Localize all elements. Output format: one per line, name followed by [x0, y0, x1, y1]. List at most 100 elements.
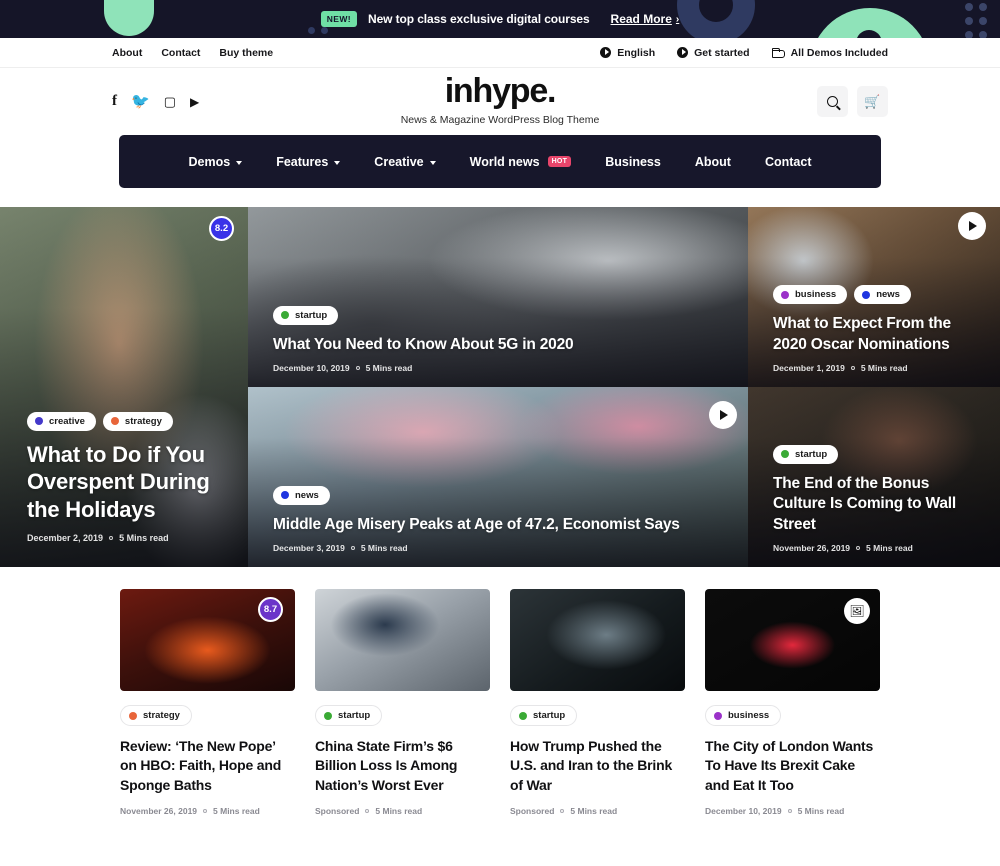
category-dot [862, 290, 871, 299]
util-link-contact[interactable]: Contact [161, 47, 200, 59]
hero-categories: startup [773, 444, 980, 464]
category-label: news [295, 489, 319, 501]
category-tag-startup[interactable]: startup [510, 705, 578, 726]
hero-date: December 2, 2019 [27, 533, 104, 543]
promo-read-more-label: Read More [610, 12, 672, 26]
card-title[interactable]: China State Firm’s $6 Billion Loss Is Am… [315, 737, 490, 795]
card-image [510, 589, 685, 691]
card-meta: Sponsored 5 Mins read [315, 806, 490, 816]
category-dot [35, 417, 43, 425]
util-link-about[interactable]: About [112, 47, 142, 59]
globe-icon [677, 47, 689, 58]
hero-title[interactable]: The End of the Bonus Culture Is Coming t… [773, 474, 980, 535]
decor-dots-left [308, 27, 328, 34]
play-button[interactable] [709, 401, 737, 429]
category-label: startup [795, 448, 828, 460]
hero-date: December 3, 2019 [273, 543, 345, 553]
article-card-new-pope[interactable]: 8.7 strategy Review: ‘The New Pope’ on H… [120, 589, 295, 816]
nav-label-business: Business [605, 154, 661, 169]
card-thumbnail[interactable]: 8.7 [120, 589, 295, 691]
util-language-selector[interactable]: English [600, 47, 655, 59]
hero-title[interactable]: Middle Age Misery Peaks at Age of 47.2, … [273, 515, 728, 535]
decor-dark-dot [856, 30, 882, 38]
category-tag-creative[interactable]: creative [27, 411, 96, 431]
nav-item-creative[interactable]: Creative [374, 155, 436, 169]
util-all-demos-label: All Demos Included [790, 46, 888, 59]
nav-item-world-news[interactable]: World news HOT [470, 155, 572, 169]
score-badge: 8.2 [209, 216, 234, 241]
hero-tile-5g[interactable]: startup What You Need to Know About 5G i… [248, 207, 748, 387]
nav-item-business[interactable]: Business [605, 155, 661, 169]
card-image [315, 589, 490, 691]
category-tag-startup[interactable]: startup [273, 305, 339, 325]
hero-title[interactable]: What to Do if You Overspent During the H… [27, 441, 221, 524]
social-links: f 🐦 ▢ ▶ [112, 94, 199, 110]
hero-tile-middle-age[interactable]: news Middle Age Misery Peaks at Age of 4… [248, 387, 748, 567]
category-dot [519, 711, 527, 720]
card-title[interactable]: How Trump Pushed the U.S. and Iran to th… [510, 737, 685, 795]
twitter-icon[interactable]: 🐦 [131, 94, 150, 109]
nav-item-features[interactable]: Features [276, 155, 341, 169]
promo-read-more-link[interactable]: Read More › [611, 12, 680, 26]
decor-green-rect [104, 0, 154, 36]
category-tag-news[interactable]: news [854, 285, 911, 305]
instagram-icon[interactable]: ▢ [164, 95, 176, 108]
category-tag-strategy[interactable]: strategy [120, 705, 192, 726]
category-tag-business[interactable]: business [773, 285, 848, 305]
search-icon [827, 96, 838, 107]
util-link-buy-theme[interactable]: Buy theme [219, 47, 273, 59]
hero-title[interactable]: What to Expect From the 2020 Oscar Nomin… [773, 314, 980, 355]
hero-tile-oscars[interactable]: business news What to Expect From the 20… [748, 207, 1000, 387]
hero-title[interactable]: What You Need to Know About 5G in 2020 [273, 335, 728, 355]
nav-label-about: About [694, 154, 731, 169]
category-tag-startup[interactable]: startup [315, 705, 383, 726]
hero-date: December 1, 2019 [773, 363, 845, 373]
card-categories: business [705, 705, 880, 726]
util-all-demos-link[interactable]: All Demos Included [771, 46, 888, 59]
card-thumbnail[interactable] [510, 589, 685, 691]
promo-new-badge: NEW! [320, 11, 358, 27]
hero-meta: December 10, 2019 5 Mins read [273, 363, 728, 373]
util-get-started-label: Get started [694, 46, 750, 59]
utility-right-links: English Get started All Demos Included [600, 47, 888, 59]
article-card-trump-iran[interactable]: startup How Trump Pushed the U.S. and Ir… [510, 589, 685, 816]
hero-tile-overspent[interactable]: 8.2 creative strategy What to Do if You … [0, 207, 248, 567]
hero-readtime: 5 Mins read [866, 543, 913, 553]
facebook-icon[interactable]: f [112, 94, 117, 109]
nav-item-demos[interactable]: Demos [189, 155, 243, 169]
cart-icon: 🛒 [864, 93, 881, 109]
category-tag-news[interactable]: news [273, 485, 330, 505]
chevron-down-icon [429, 160, 436, 165]
card-title[interactable]: The City of London Wants To Have Its Bre… [705, 737, 880, 795]
card-categories: strategy [120, 705, 295, 726]
category-tag-business[interactable]: business [705, 705, 782, 726]
article-card-china-state-firm[interactable]: startup China State Firm’s $6 Billion Lo… [315, 589, 490, 816]
card-thumbnail[interactable] [315, 589, 490, 691]
folder-icon [771, 47, 785, 58]
category-label: strategy [143, 710, 180, 721]
hero-grid: startup What You Need to Know About 5G i… [0, 207, 1000, 567]
category-label: business [728, 710, 770, 721]
hero-categories: business news [773, 285, 980, 305]
article-card-row: 8.7 strategy Review: ‘The New Pope’ on H… [0, 589, 1000, 816]
category-tag-startup[interactable]: startup [773, 444, 839, 464]
youtube-icon[interactable]: ▶ [190, 96, 199, 108]
card-title[interactable]: Review: ‘The New Pope’ on HBO: Faith, Ho… [120, 737, 295, 795]
gallery-icon[interactable]: 🖼 [844, 598, 870, 624]
decor-blue-ring [677, 0, 755, 38]
util-get-started-link[interactable]: Get started [677, 46, 750, 59]
category-tag-strategy[interactable]: strategy [102, 411, 173, 431]
nav-item-contact[interactable]: Contact [765, 155, 812, 169]
nav-item-about[interactable]: About [695, 155, 731, 169]
card-thumbnail[interactable]: 🖼 [705, 589, 880, 691]
search-button[interactable] [817, 86, 848, 117]
cart-button[interactable]: 🛒 [857, 86, 888, 117]
article-card-city-of-london[interactable]: 🖼 business The City of London Wants To H… [705, 589, 880, 816]
utility-left-links: About Contact Buy theme [112, 47, 273, 59]
meta-separator-icon [856, 546, 861, 550]
hero-tile-bonus-culture[interactable]: startup The End of the Bonus Culture Is … [748, 387, 1000, 567]
chevron-down-icon [236, 160, 243, 165]
play-button[interactable] [958, 212, 986, 240]
card-date: Sponsored [315, 805, 360, 816]
category-label: startup [295, 309, 328, 321]
